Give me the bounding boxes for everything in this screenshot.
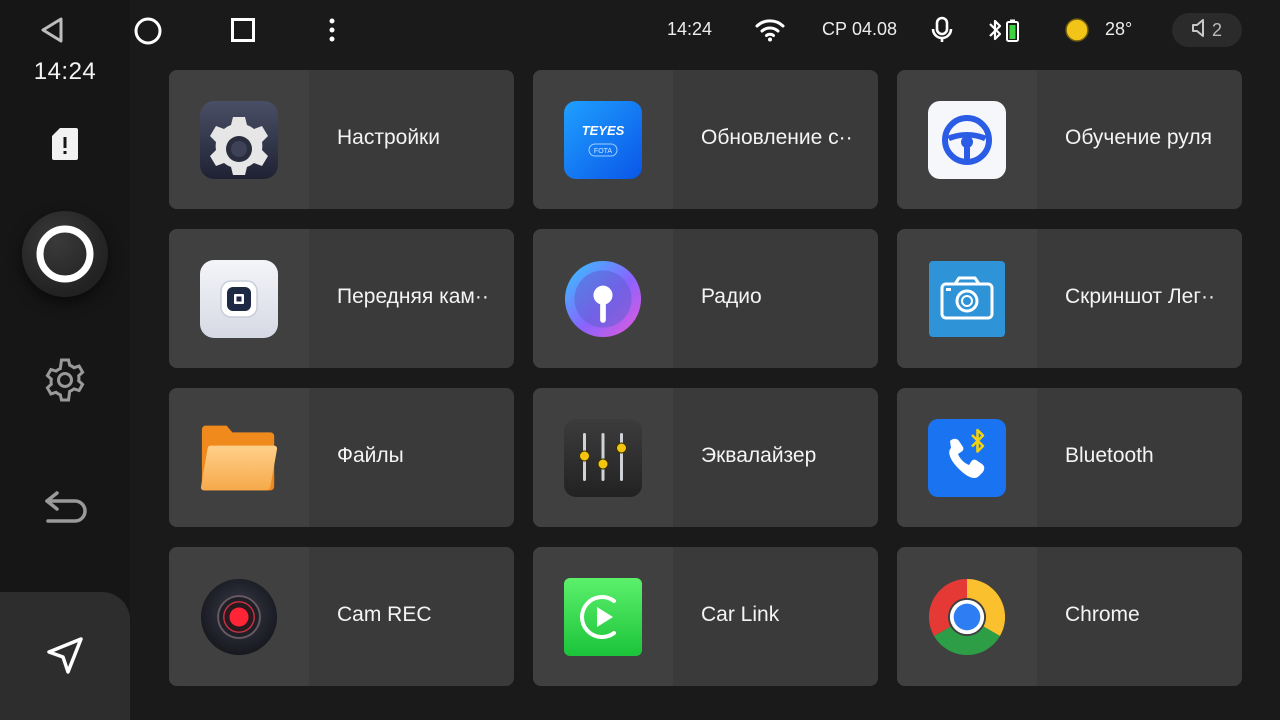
sd-card-alert-icon[interactable]: [45, 122, 85, 166]
settings-app-icon: [200, 100, 278, 179]
nav-back-triangle-icon[interactable]: [36, 14, 68, 46]
chrome-icon: [928, 578, 1006, 656]
app-tile-equalizer[interactable]: Эквалайзер: [533, 388, 878, 527]
wifi-icon: [754, 16, 786, 44]
volume-level: 2: [1211, 19, 1222, 40]
app-label: Настройки: [337, 126, 440, 149]
app-label: Bluetooth: [1065, 444, 1154, 467]
app-tile-front-camera[interactable]: Передняя кам··: [169, 229, 514, 368]
folder-icon: [200, 419, 278, 497]
temperature-text: 28°: [1105, 19, 1133, 39]
app-label: Обновление с··: [701, 126, 853, 149]
app-label: Chrome: [1065, 603, 1140, 626]
speaker-icon: [1191, 18, 1206, 42]
app-label: Файлы: [337, 444, 404, 467]
app-label: Эквалайзер: [701, 444, 817, 467]
teyes-fota-icon: TEYES FOTA: [564, 100, 642, 179]
back-return-icon[interactable]: [38, 484, 94, 530]
nav-recents-square-icon[interactable]: [227, 14, 259, 46]
bluetooth-phone-icon: [928, 418, 1006, 497]
status-time: 14:24: [667, 19, 713, 39]
volume-indicator[interactable]: 2: [1172, 13, 1242, 47]
bluetooth-battery-icon: [984, 15, 1024, 45]
app-tile-update[interactable]: TEYES FOTA Обновление с··: [533, 70, 878, 209]
status-date: СР 04.08: [822, 19, 898, 39]
app-tile-steering-learn[interactable]: Обучение руля: [897, 70, 1242, 209]
status-bar: 14:24 СР 04.08 28° 2: [0, 0, 1280, 60]
navigation-button[interactable]: [0, 592, 130, 720]
front-camera-icon: [200, 259, 278, 338]
app-tile-screenshot[interactable]: Скриншот Лег··: [897, 229, 1242, 368]
app-tile-cam-rec[interactable]: Cam REC: [169, 547, 514, 686]
app-label: Скриншот Лег··: [1065, 285, 1215, 308]
nav-home-circle-icon[interactable]: [131, 14, 165, 48]
svg-text:TEYES: TEYES: [582, 123, 625, 138]
home-circle-button[interactable]: [22, 211, 108, 297]
steering-wheel-icon: [928, 100, 1006, 179]
svg-text:FOTA: FOTA: [594, 148, 612, 155]
screenshot-camera-icon: [928, 260, 1006, 338]
app-tile-radio[interactable]: Радио: [533, 229, 878, 368]
equalizer-icon: [564, 418, 642, 497]
settings-gear-icon[interactable]: [40, 354, 90, 406]
app-label: Car Link: [701, 603, 780, 626]
weather-sun-icon: [1063, 16, 1091, 44]
left-rail: 14:24: [0, 0, 130, 720]
app-tile-settings[interactable]: Настройки: [169, 70, 514, 209]
car-link-icon: [564, 577, 642, 656]
app-tile-bluetooth[interactable]: Bluetooth: [897, 388, 1242, 527]
cam-rec-icon: [200, 578, 278, 656]
app-tile-car-link[interactable]: Car Link: [533, 547, 878, 686]
app-label: Передняя кам··: [337, 285, 489, 308]
app-tile-files[interactable]: Файлы: [169, 388, 514, 527]
radio-icon: [564, 260, 642, 338]
app-label: Cam REC: [337, 603, 432, 626]
rail-clock: 14:24: [33, 58, 97, 85]
more-vertical-icon[interactable]: [322, 14, 342, 46]
app-label: Радио: [701, 285, 762, 308]
microphone-icon[interactable]: [928, 14, 956, 46]
app-tile-chrome[interactable]: Chrome: [897, 547, 1242, 686]
app-label: Обучение руля: [1065, 126, 1212, 149]
